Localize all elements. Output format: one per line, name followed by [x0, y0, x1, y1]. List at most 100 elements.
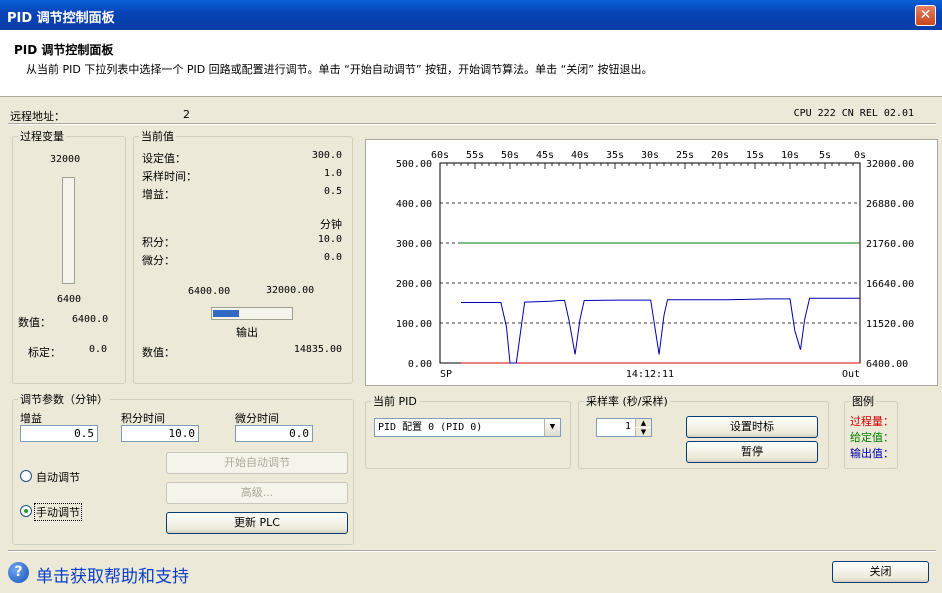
derivative-value: 0.0	[323, 252, 342, 263]
y-right-tick-label: 21760.00	[866, 239, 914, 250]
y-right-tick-label: 32000.00	[866, 159, 914, 170]
integral-label: 积分：	[142, 236, 175, 249]
pv-value: 6400.0	[72, 314, 109, 325]
legend-output: 输出值：	[850, 447, 894, 460]
y-left-tick-label: 0.00	[408, 359, 432, 370]
update-plc-button[interactable]: 更新 PLC	[166, 512, 348, 534]
help-link[interactable]: 单击获取帮助和支持	[36, 562, 189, 587]
y-right-tick-label: 6400.00	[866, 359, 908, 370]
remote-address-label: 远程地址：	[10, 110, 65, 123]
legend-setpoint: 给定值：	[850, 431, 894, 444]
y-left-tick-label: 200.00	[396, 279, 432, 290]
derivative-label: 微分：	[142, 254, 175, 267]
x-tick-label: 0s	[854, 150, 866, 161]
x-tick-label: 20s	[711, 150, 729, 161]
close-button[interactable]: 关闭	[832, 561, 929, 583]
tuning-gain-label: 增益	[20, 412, 42, 425]
x-tick-label: 10s	[781, 150, 799, 161]
question-icon[interactable]: ?	[8, 562, 29, 583]
cpu-version: CPU 222 CN REL 02.01	[793, 108, 914, 119]
header-title: PID 调节控制面板	[14, 43, 114, 57]
title-bar: PID 调节控制面板 ✕	[0, 0, 942, 30]
sample-rate-spinner[interactable]: 1 ▲ ▼	[596, 418, 652, 437]
tuning-gain-input[interactable]	[20, 425, 98, 442]
tuning-derivative-input[interactable]	[235, 425, 313, 442]
output-bar-fill	[213, 310, 239, 317]
sample-rate-legend: 采样率 (秒/采样)	[586, 395, 668, 408]
y-left-tick-label: 500.00	[396, 159, 432, 170]
auto-tune-label: 自动调节	[36, 471, 80, 484]
tuning-params-legend: 调节参数（分钟）	[20, 393, 108, 406]
sample-rate-value: 1	[624, 421, 631, 432]
divider	[8, 123, 936, 125]
x-tick-label: 35s	[606, 150, 624, 161]
x-bottom-label-center: 14:12:11	[626, 369, 674, 380]
integral-value: 10.0	[317, 234, 342, 245]
tuning-integral-input[interactable]	[121, 425, 199, 442]
current-pid-legend: 当前 PID	[373, 395, 417, 408]
minute-label: 分钟	[320, 218, 342, 231]
pv-scale-label: 标定：	[28, 346, 61, 359]
y-left-tick-label: 300.00	[396, 239, 432, 250]
pv-scale: 0.0	[89, 344, 108, 355]
output-max: 32000.00	[266, 285, 315, 296]
auto-tune-radio[interactable]	[20, 470, 32, 482]
header-description: 从当前 PID 下拉列表中选择一个 PID 回路或配置进行调节。单击 “开始自动…	[26, 63, 653, 76]
output-label: 输出	[236, 326, 258, 339]
tuning-derivative-label: 微分时间	[235, 412, 279, 425]
current-pid-selected: PID 配置 0 (PID 0)	[378, 422, 483, 433]
manual-tune-radio[interactable]	[20, 505, 32, 517]
x-tick-label: 15s	[746, 150, 764, 161]
sample-time-label: 采样时间：	[142, 170, 197, 183]
y-right-tick-label: 16640.00	[866, 279, 914, 290]
y-right-tick-label: 26880.00	[866, 199, 914, 210]
remote-address-value: 2	[183, 108, 190, 121]
set-marker-button[interactable]: 设置时标	[686, 416, 818, 438]
setpoint-value: 300.0	[311, 150, 342, 161]
sample-time-value: 1.0	[323, 168, 342, 179]
gain-value: 0.5	[323, 186, 342, 197]
x-tick-label: 40s	[571, 150, 589, 161]
manual-tune-label: 手动调节	[34, 503, 82, 521]
x-tick-label: 50s	[501, 150, 519, 161]
spinner-down-icon[interactable]: ▼	[635, 428, 651, 436]
x-bottom-label-right: Out	[842, 369, 860, 380]
window-title: PID 调节控制面板	[7, 11, 115, 26]
y-left-tick-label: 100.00	[396, 319, 432, 330]
pause-button[interactable]: 暂停	[686, 441, 818, 463]
x-tick-label: 60s	[431, 150, 449, 161]
gain-label: 增益：	[142, 188, 175, 201]
current-values-legend: 当前值	[141, 130, 174, 143]
spinner-up-icon[interactable]: ▲	[635, 419, 651, 427]
x-tick-label: 5s	[819, 150, 831, 161]
advanced-button[interactable]: 高级...	[166, 482, 348, 504]
close-icon[interactable]: ✕	[915, 5, 936, 26]
tuning-integral-label: 积分时间	[121, 412, 165, 425]
trend-chart: 0.00 100.00 200.00 300.00 400.00 500.00 6400.0…	[365, 139, 938, 386]
output-min: 6400.00	[188, 286, 231, 297]
chevron-down-icon[interactable]: ▼	[544, 419, 560, 436]
x-tick-label: 55s	[466, 150, 484, 161]
y-left-tick-label: 400.00	[396, 199, 432, 210]
plot-area	[439, 162, 861, 364]
pv-min: 6400	[57, 294, 82, 305]
output-value-label: 数值：	[142, 346, 175, 359]
pv-bar	[62, 177, 75, 284]
pv-value-label: 数值：	[18, 316, 51, 329]
legend-title: 图例	[852, 395, 874, 408]
setpoint-label: 设定值：	[142, 152, 186, 165]
process-variable-legend: 过程变量	[20, 130, 64, 143]
header-panel: PID 调节控制面板 从当前 PID 下拉列表中选择一个 PID 回路或配置进行…	[0, 30, 942, 97]
x-tick-label: 30s	[641, 150, 659, 161]
y-right-tick-label: 11520.00	[866, 319, 914, 330]
trend-chart-svg: 0.00 100.00 200.00 300.00 400.00 500.00 6400.0…	[396, 150, 914, 380]
start-auto-tune-button[interactable]: 开始自动调节	[166, 452, 348, 474]
current-pid-select[interactable]: PID 配置 0 (PID 0) ▼	[374, 418, 561, 437]
output-bar	[211, 307, 293, 320]
legend-process-value: 过程量：	[850, 415, 894, 428]
output-value: 14835.00	[293, 344, 342, 355]
x-tick-label: 25s	[676, 150, 694, 161]
footer-divider	[8, 550, 936, 552]
pv-max: 32000	[50, 154, 81, 165]
x-tick-label: 45s	[536, 150, 554, 161]
